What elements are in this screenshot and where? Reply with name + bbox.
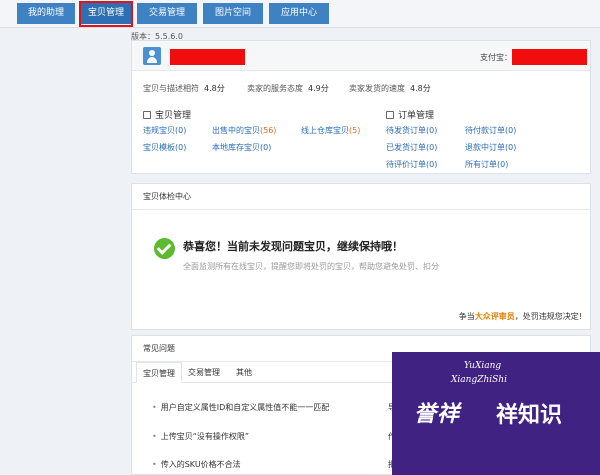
tab-image-space[interactable]: 图片空间 — [203, 3, 263, 24]
link-warehouse-items[interactable]: 线上仓库宝贝(5) — [301, 125, 360, 136]
tab-trade-management[interactable]: 交易管理 — [137, 3, 197, 24]
public-reviewer-link[interactable]: 大众评审员 — [475, 312, 515, 321]
reviewer-promo: 争当大众评审员，处罚违规您决定! — [458, 312, 582, 321]
account-panel: 支付宝： 宝贝与描述相符 4.8分 卖家的服务态度 4.9分 卖家发货的速度 4.8分… — [131, 40, 591, 174]
health-headline: 恭喜您！当前未发现问题宝贝，继续保持哦！ — [183, 240, 403, 253]
avatar-icon — [143, 47, 161, 65]
link-to-pay-orders[interactable]: 待付款订单(0) — [465, 125, 516, 136]
box-icon — [143, 111, 151, 119]
link-shipped-orders[interactable]: 已发货订单(0) — [386, 142, 437, 153]
list-icon — [386, 111, 394, 119]
link-violation-items[interactable]: 违规宝贝(0) — [143, 125, 186, 136]
faq-tab-other[interactable]: 其他 — [230, 362, 258, 383]
faq-item[interactable]: 上传宝贝“没有操作权限” — [152, 431, 249, 442]
faq-item[interactable]: 传入的SKU价格不合法 — [152, 459, 241, 470]
top-nav: 我的助理 宝贝管理 交易管理 图片空间 应用中心 — [0, 0, 600, 28]
alipay-label: 支付宝： — [480, 53, 512, 62]
faq-item[interactable]: 用户自定义属性ID和自定义属性值不能一一匹配 — [152, 402, 330, 413]
tab-app-center[interactable]: 应用中心 — [269, 3, 329, 24]
health-check-title: 宝贝体检中心 — [132, 184, 590, 210]
watermark-brand: 誉祥 — [414, 402, 461, 427]
redacted-alipay — [512, 49, 587, 65]
health-subtext: 全面监测所有在线宝贝，提醒您即将处罚的宝贝，帮助您避免处罚、扣分 — [183, 262, 439, 271]
item-mgmt-title: 宝贝管理 — [143, 108, 191, 121]
link-to-ship-orders[interactable]: 待发货订单(0) — [386, 125, 437, 136]
account-bar: 支付宝： — [132, 41, 590, 71]
order-mgmt-title: 订单管理 — [386, 108, 434, 121]
redacted-username — [170, 49, 245, 65]
watermark-line2: XiangZhiShi — [451, 375, 507, 385]
faq-tab-trade-mgmt[interactable]: 交易管理 — [182, 362, 226, 383]
link-all-orders[interactable]: 所有订单(0) — [465, 159, 508, 170]
link-item-templates[interactable]: 宝贝模板(0) — [143, 142, 186, 153]
score-shipping: 卖家发货的速度 4.8分 — [349, 84, 431, 93]
health-check-panel: 宝贝体检中心 恭喜您！当前未发现问题宝贝，继续保持哦！ 全面监测所有在线宝贝，提… — [131, 183, 591, 330]
watermark-brand-suffix: 祥知识 — [496, 403, 563, 428]
faq-tab-item-mgmt[interactable]: 宝贝管理 — [136, 362, 182, 383]
link-local-stock-items[interactable]: 本地库存宝贝(0) — [212, 142, 271, 153]
link-on-sale-items[interactable]: 出售中的宝贝(56) — [212, 125, 276, 136]
score-service: 卖家的服务态度 4.9分 — [247, 84, 329, 93]
score-description: 宝贝与描述相符 4.8分 — [143, 84, 225, 93]
tab-my-assistant[interactable]: 我的助理 — [17, 3, 75, 24]
check-circle-icon — [154, 238, 175, 259]
watermark-line1: YuXiang — [464, 361, 502, 371]
highlight-outline — [79, 1, 133, 27]
link-to-review-orders[interactable]: 待评价订单(0) — [386, 159, 437, 170]
link-refunding-orders[interactable]: 退款中订单(0) — [465, 142, 516, 153]
